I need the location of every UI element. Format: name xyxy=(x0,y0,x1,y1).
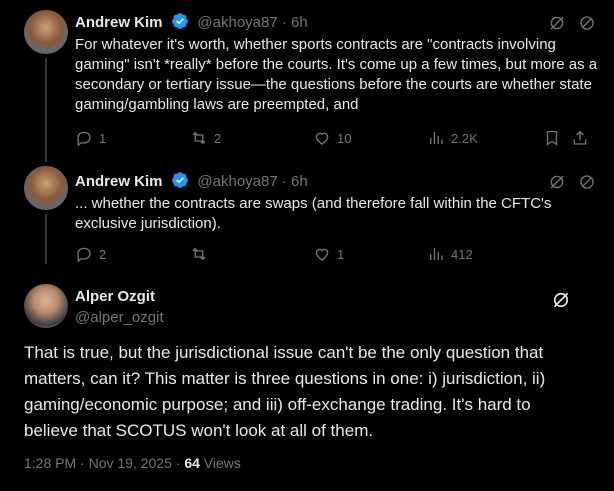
tweet-actions: 1 2 10 2.2K xyxy=(75,129,590,149)
timestamp[interactable]: 1:28 PM · Nov 19, 2025 · xyxy=(24,455,184,471)
views-button[interactable]: 2.2K xyxy=(427,129,478,147)
reply-icon xyxy=(77,131,91,147)
views-button[interactable]: 412 xyxy=(427,245,473,263)
thread-line xyxy=(45,214,47,264)
like-count: 1 xyxy=(337,246,345,262)
repost-icon xyxy=(192,247,206,261)
like-button[interactable]: 10 xyxy=(313,129,351,147)
repost-button[interactable] xyxy=(190,245,214,263)
grok-icon[interactable] xyxy=(548,14,566,32)
view-count: 2.2K xyxy=(451,130,478,146)
reply-button[interactable]: 2 xyxy=(75,245,106,263)
reply-count: 2 xyxy=(99,246,107,262)
author-handle[interactable]: @akhoya87 · 6h xyxy=(197,14,307,31)
author-name[interactable]: Alper Ozgit xyxy=(75,288,155,305)
verified-badge-icon xyxy=(172,13,188,29)
author-name[interactable]: Andrew Kim xyxy=(75,14,163,31)
author-handle[interactable]: @alper_ozgit xyxy=(75,309,164,326)
tweet-header: Andrew Kim @akhoya87 · 6h xyxy=(75,171,308,191)
more-options-icon[interactable] xyxy=(578,14,596,32)
author-name[interactable]: Andrew Kim xyxy=(75,173,163,190)
thread-line xyxy=(45,58,47,162)
tweet-actions: 2 1 412 xyxy=(75,245,590,265)
author-handle-row: @alper_ozgit xyxy=(75,309,164,327)
reply-count: 1 xyxy=(99,130,107,146)
tweet-metadata: 1:28 PM · Nov 19, 2025 · 64 Views xyxy=(24,455,241,471)
views-count: 64 xyxy=(184,455,200,471)
views-label: Views xyxy=(199,455,241,471)
repost-button[interactable]: 2 xyxy=(190,129,221,147)
tweet-text: For whatever it's worth, whether sports … xyxy=(75,36,598,113)
views-icon xyxy=(430,132,443,144)
like-count: 10 xyxy=(337,130,352,146)
reply-icon xyxy=(77,247,91,263)
author-name-row: Alper Ozgit xyxy=(75,288,155,306)
avatar[interactable] xyxy=(24,10,68,54)
bookmark-button[interactable] xyxy=(543,129,561,147)
grok-icon[interactable] xyxy=(551,290,571,310)
verified-badge-icon xyxy=(172,172,188,188)
tweet-header: Andrew Kim @akhoya87 · 6h xyxy=(75,12,308,32)
tweet-text: That is true, but the jurisdictional iss… xyxy=(24,343,546,440)
view-count: 412 xyxy=(451,246,473,262)
bookmark-icon xyxy=(546,130,558,146)
grok-icon[interactable] xyxy=(548,173,566,191)
share-button[interactable] xyxy=(571,129,589,147)
author-handle[interactable]: @akhoya87 · 6h xyxy=(197,173,307,190)
heart-icon xyxy=(315,132,329,145)
reply-button[interactable]: 1 xyxy=(75,129,106,147)
tweet-text: ... whether the contracts are swaps (and… xyxy=(75,195,552,232)
more-options-icon[interactable] xyxy=(578,173,596,191)
heart-icon xyxy=(315,248,329,261)
like-button[interactable]: 1 xyxy=(313,245,344,263)
views-icon xyxy=(430,248,443,260)
share-icon xyxy=(573,130,587,145)
repost-count: 2 xyxy=(214,130,222,146)
avatar[interactable] xyxy=(24,166,68,210)
avatar[interactable] xyxy=(24,284,68,328)
repost-icon xyxy=(192,131,206,145)
